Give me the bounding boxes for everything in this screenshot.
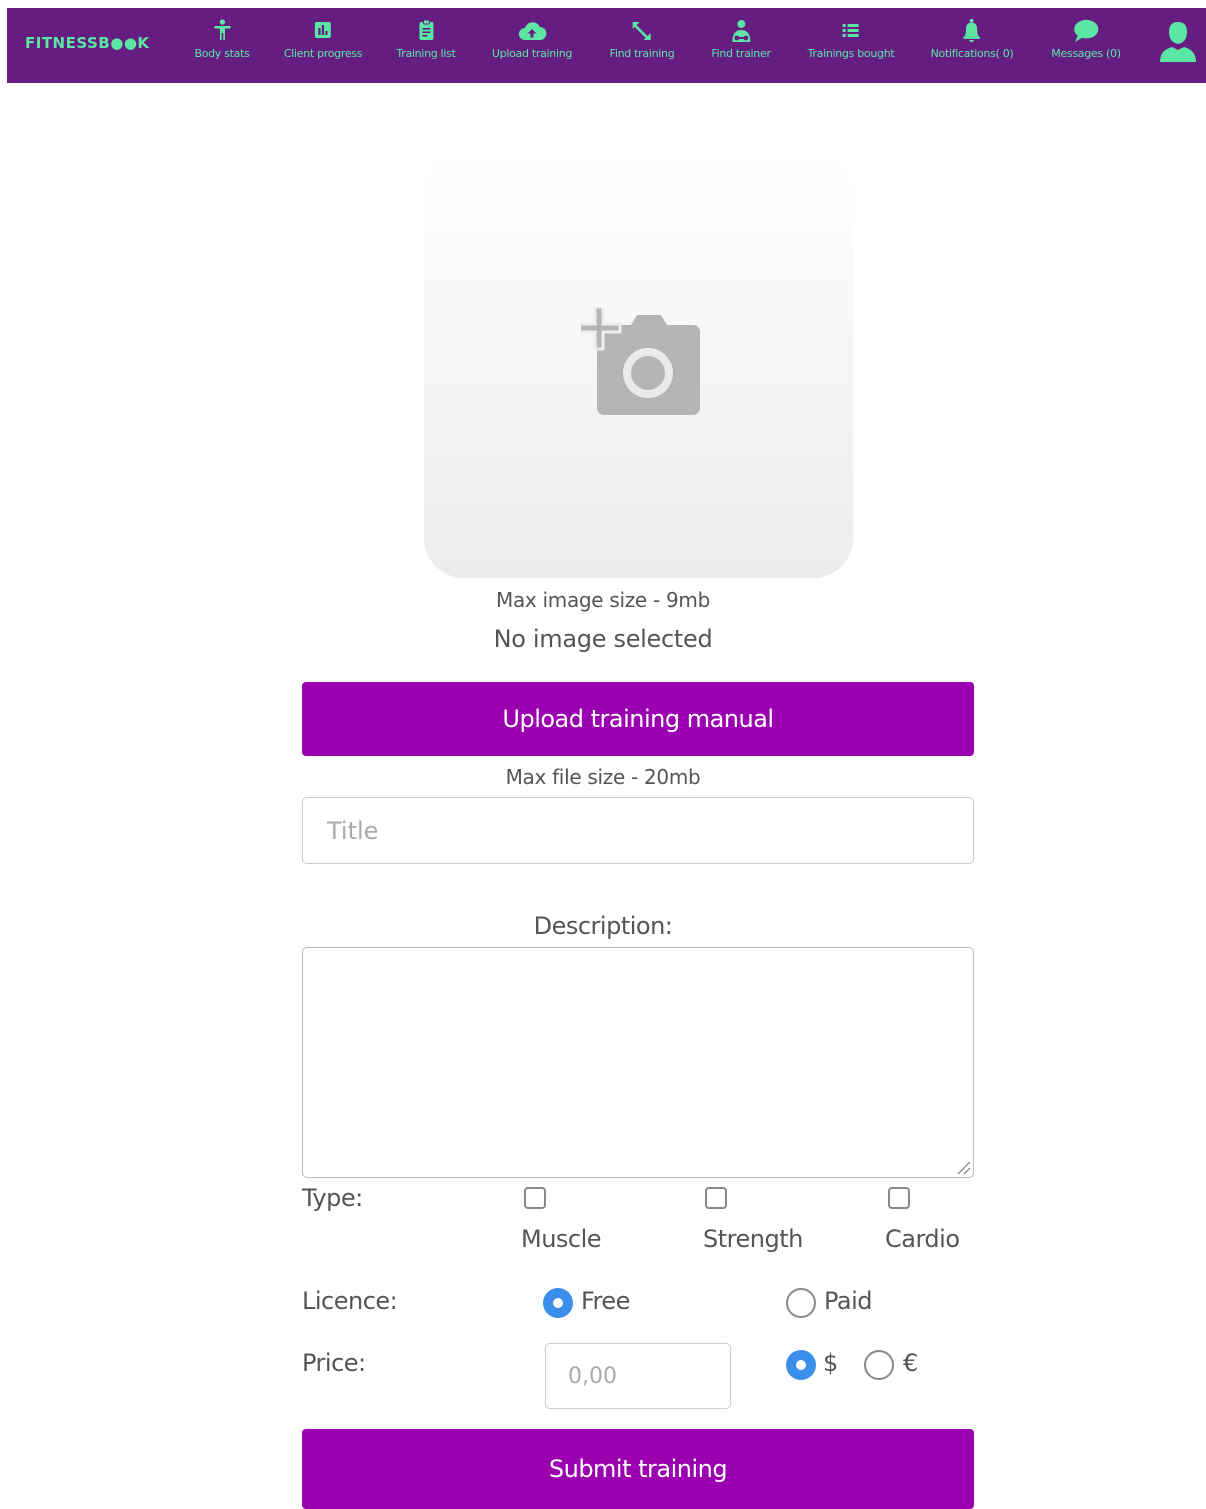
currency-eur-label: €: [903, 1349, 918, 1377]
nav-label: Upload training: [491, 47, 573, 60]
nav-label: Client progress: [283, 47, 363, 60]
type-cardio-label: Cardio: [885, 1225, 960, 1253]
person-icon: [213, 19, 230, 40]
licence-free-radio[interactable]: [543, 1288, 573, 1318]
chat-bubble-icon: [1073, 19, 1099, 43]
nav-label: Find trainer: [711, 47, 771, 60]
top-navbar: FITNESSB●●K Body stats Client progress T…: [7, 8, 1206, 83]
user-avatar-icon[interactable]: [1158, 20, 1198, 64]
nav-label: Find training: [609, 47, 675, 60]
type-muscle-checkbox[interactable]: [524, 1187, 546, 1209]
currency-eur-radio[interactable]: [864, 1350, 894, 1380]
type-strength-label: Strength: [703, 1225, 803, 1253]
nav-find-trainer[interactable]: Find trainer: [711, 18, 771, 60]
nav-find-training[interactable]: Find training: [610, 18, 675, 60]
description-textarea[interactable]: [302, 947, 974, 1178]
licence-label: Licence:: [302, 1287, 398, 1315]
nav-label: Notifications( 0): [930, 47, 1014, 60]
submit-training-button[interactable]: Submit training: [302, 1429, 974, 1509]
trainer-icon: [731, 20, 750, 42]
nav-label: Messages (0): [1051, 47, 1121, 60]
type-label: Type:: [302, 1184, 363, 1212]
currency-usd-radio[interactable]: [786, 1350, 816, 1380]
licence-paid-label: Paid: [824, 1287, 873, 1315]
clipboard-icon: [418, 19, 433, 40]
nav-label: Body stats: [194, 47, 250, 60]
nav-trainings-bought[interactable]: Trainings bought: [808, 18, 895, 60]
add-photo-camera-icon: [581, 307, 700, 415]
upload-manual-button[interactable]: Upload training manual: [302, 682, 974, 756]
licence-free-label: Free: [581, 1287, 630, 1315]
nav-body-stats[interactable]: Body stats: [194, 18, 250, 60]
nav-training-list[interactable]: Training list: [396, 18, 456, 60]
resize-arrows-icon: [633, 22, 651, 40]
nav-label: Training list: [396, 47, 456, 60]
nav-messages[interactable]: Messages (0): [1051, 18, 1121, 60]
cloud-upload-icon: [519, 22, 547, 40]
price-label: Price:: [302, 1349, 366, 1377]
nav-upload-training[interactable]: Upload training: [492, 18, 572, 60]
nav-notifications[interactable]: Notifications( 0): [931, 18, 1014, 60]
bar-chart-icon: [314, 22, 331, 38]
max-file-size-note: Max file size - 20mb: [505, 765, 701, 789]
price-input[interactable]: [545, 1343, 731, 1409]
image-status: No image selected: [493, 625, 713, 653]
list-icon: [842, 24, 859, 37]
title-input[interactable]: [302, 797, 974, 864]
type-muscle-label: Muscle: [521, 1225, 602, 1253]
resize-grip-icon[interactable]: [955, 1159, 971, 1175]
description-label: Description:: [533, 912, 673, 940]
nav-client-progress[interactable]: Client progress: [284, 18, 362, 60]
brand-logo[interactable]: FITNESSB●●K: [25, 34, 150, 52]
image-picker[interactable]: [424, 150, 853, 578]
type-strength-checkbox[interactable]: [705, 1187, 727, 1209]
bell-icon: [963, 18, 981, 43]
nav-label: Trainings bought: [807, 47, 895, 60]
type-cardio-checkbox[interactable]: [888, 1187, 910, 1209]
max-image-size-note: Max image size - 9mb: [496, 588, 710, 612]
licence-paid-radio[interactable]: [786, 1288, 816, 1318]
currency-usd-label: $: [823, 1349, 838, 1377]
